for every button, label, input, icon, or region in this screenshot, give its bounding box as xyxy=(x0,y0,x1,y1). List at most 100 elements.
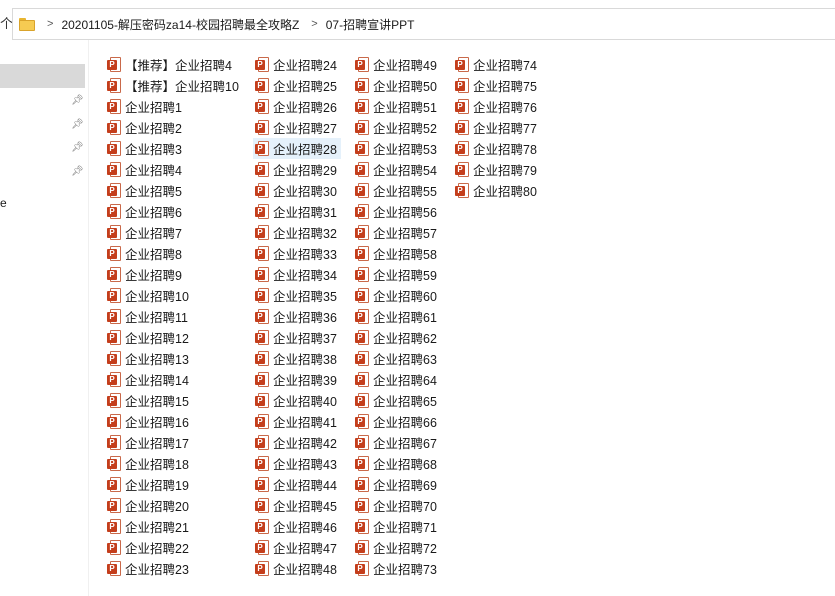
file-item[interactable]: P 企业招聘11 xyxy=(105,306,239,327)
file-item[interactable]: P 企业招聘22 xyxy=(105,537,239,558)
file-item[interactable]: P 企业招聘35 xyxy=(253,285,341,306)
file-item[interactable]: P 企业招聘62 xyxy=(353,327,437,348)
up-button[interactable]: 个 xyxy=(0,16,13,32)
file-item[interactable]: P 企业招聘69 xyxy=(353,474,437,495)
file-item[interactable]: P 企业招聘70 xyxy=(353,495,437,516)
file-item[interactable]: P 企业招聘78 xyxy=(453,138,537,159)
pin-icon[interactable]: 📌︎ xyxy=(71,166,84,178)
file-item[interactable]: P 企业招聘51 xyxy=(353,96,437,117)
file-item[interactable]: P 企业招聘12 xyxy=(105,327,239,348)
file-item[interactable]: P 企业招聘43 xyxy=(253,453,341,474)
file-item[interactable]: P 企业招聘75 xyxy=(453,75,537,96)
file-item[interactable]: P 企业招聘37 xyxy=(253,327,341,348)
file-item[interactable]: P 企业招聘40 xyxy=(253,390,341,411)
file-item[interactable]: P 企业招聘49 xyxy=(353,54,437,75)
file-item[interactable]: P 企业招聘58 xyxy=(353,243,437,264)
address-box[interactable]: > 20201105-解压密码za14-校园招聘最全攻略Z > 07-招聘宣讲P… xyxy=(12,8,835,40)
breadcrumb-separator[interactable]: > xyxy=(47,17,53,31)
file-item[interactable]: P 企业招聘8 xyxy=(105,243,239,264)
file-item[interactable]: P 企业招聘15 xyxy=(105,390,239,411)
file-item[interactable]: P 企业招聘47 xyxy=(253,537,341,558)
file-item[interactable]: P 企业招聘73 xyxy=(353,558,437,579)
file-item[interactable]: P 企业招聘74 xyxy=(453,54,537,75)
file-item[interactable]: P 企业招聘7 xyxy=(105,222,239,243)
file-item[interactable]: P 企业招聘4 xyxy=(105,159,239,180)
file-item[interactable]: P 企业招聘32 xyxy=(253,222,341,243)
powerpoint-file-icon: P xyxy=(255,414,269,429)
file-item[interactable]: P 企业招聘17 xyxy=(105,432,239,453)
file-item[interactable]: P 企业招聘14 xyxy=(105,369,239,390)
file-item[interactable]: P 企业招聘65 xyxy=(353,390,437,411)
pin-icon[interactable]: 📌︎ xyxy=(71,142,84,154)
file-item[interactable]: P 企业招聘30 xyxy=(253,180,341,201)
file-item[interactable]: P 企业招聘57 xyxy=(353,222,437,243)
file-item[interactable]: P 企业招聘13 xyxy=(105,348,239,369)
file-item[interactable]: P 企业招聘66 xyxy=(353,411,437,432)
file-item[interactable]: P 企业招聘44 xyxy=(253,474,341,495)
nav-item-label[interactable]: e xyxy=(0,196,7,210)
file-item[interactable]: P 企业招聘77 xyxy=(453,117,537,138)
breadcrumb-parent[interactable]: 20201105-解压密码za14-校园招聘最全攻略Z xyxy=(61,16,299,33)
file-item[interactable]: P 企业招聘64 xyxy=(353,369,437,390)
file-item[interactable]: P 企业招聘27 xyxy=(253,117,341,138)
file-item[interactable]: P 企业招聘2 xyxy=(105,117,239,138)
file-item[interactable]: P 企业招聘3 xyxy=(105,138,239,159)
file-item[interactable]: P 企业招聘67 xyxy=(353,432,437,453)
file-item[interactable]: P 企业招聘52 xyxy=(353,117,437,138)
file-item[interactable]: P 企业招聘34 xyxy=(253,264,341,285)
file-item[interactable]: P 企业招聘76 xyxy=(453,96,537,117)
powerpoint-file-icon: P xyxy=(255,225,269,240)
file-item[interactable]: P 企业招聘60 xyxy=(353,285,437,306)
file-item[interactable]: P 企业招聘25 xyxy=(253,75,341,96)
file-item[interactable]: P 企业招聘6 xyxy=(105,201,239,222)
file-name: 企业招聘63 xyxy=(373,353,437,367)
file-item[interactable]: P 企业招聘41 xyxy=(253,411,341,432)
file-item[interactable]: P 企业招聘68 xyxy=(353,453,437,474)
file-item[interactable]: P 企业招聘33 xyxy=(253,243,341,264)
powerpoint-file-icon: P xyxy=(355,498,369,513)
file-item[interactable]: P 企业招聘50 xyxy=(353,75,437,96)
file-item[interactable]: P 企业招聘10 xyxy=(105,285,239,306)
file-item[interactable]: P 企业招聘39 xyxy=(253,369,341,390)
file-item[interactable]: P 企业招聘23 xyxy=(105,558,239,579)
file-item[interactable]: P 企业招聘45 xyxy=(253,495,341,516)
pin-icon[interactable]: 📌︎ xyxy=(71,119,84,131)
file-item[interactable]: P 【推荐】企业招聘10 xyxy=(105,75,239,96)
file-item[interactable]: P 企业招聘38 xyxy=(253,348,341,369)
file-item[interactable]: P 企业招聘46 xyxy=(253,516,341,537)
file-item[interactable]: P 企业招聘24 xyxy=(253,54,341,75)
file-item[interactable]: P 企业招聘54 xyxy=(353,159,437,180)
file-item[interactable]: P 企业招聘53 xyxy=(353,138,437,159)
file-item[interactable]: P 企业招聘56 xyxy=(353,201,437,222)
file-item[interactable]: P 企业招聘61 xyxy=(353,306,437,327)
breadcrumb-separator[interactable]: > xyxy=(311,17,317,31)
file-item[interactable]: P 企业招聘42 xyxy=(253,432,341,453)
powerpoint-file-icon: P xyxy=(255,498,269,513)
file-item[interactable]: P 企业招聘18 xyxy=(105,453,239,474)
file-item[interactable]: P 企业招聘9 xyxy=(105,264,239,285)
file-item[interactable]: P 企业招聘79 xyxy=(453,159,537,180)
file-item[interactable]: P 企业招聘55 xyxy=(353,180,437,201)
file-item[interactable]: P 企业招聘28 xyxy=(253,138,341,159)
breadcrumb-current[interactable]: 07-招聘宣讲PPT xyxy=(326,16,415,33)
file-item[interactable]: P 企业招聘5 xyxy=(105,180,239,201)
file-item[interactable]: P 企业招聘21 xyxy=(105,516,239,537)
file-item[interactable]: P 企业招聘80 xyxy=(453,180,537,201)
file-item[interactable]: P 企业招聘31 xyxy=(253,201,341,222)
file-item[interactable]: P 企业招聘71 xyxy=(353,516,437,537)
file-item[interactable]: P 企业招聘1 xyxy=(105,96,239,117)
file-item[interactable]: P 企业招聘59 xyxy=(353,264,437,285)
file-item[interactable]: P 企业招聘63 xyxy=(353,348,437,369)
file-name: 企业招聘28 xyxy=(273,143,337,157)
file-item[interactable]: P 企业招聘72 xyxy=(353,537,437,558)
file-item[interactable]: P 企业招聘19 xyxy=(105,474,239,495)
file-item[interactable]: P 企业招聘29 xyxy=(253,159,341,180)
file-item[interactable]: P 【推荐】企业招聘4 xyxy=(105,54,239,75)
file-item[interactable]: P 企业招聘16 xyxy=(105,411,239,432)
nav-item-selected[interactable] xyxy=(0,64,85,88)
file-item[interactable]: P 企业招聘48 xyxy=(253,558,341,579)
pin-icon[interactable]: 📌︎ xyxy=(71,95,84,107)
file-item[interactable]: P 企业招聘26 xyxy=(253,96,341,117)
file-item[interactable]: P 企业招聘36 xyxy=(253,306,341,327)
file-item[interactable]: P 企业招聘20 xyxy=(105,495,239,516)
